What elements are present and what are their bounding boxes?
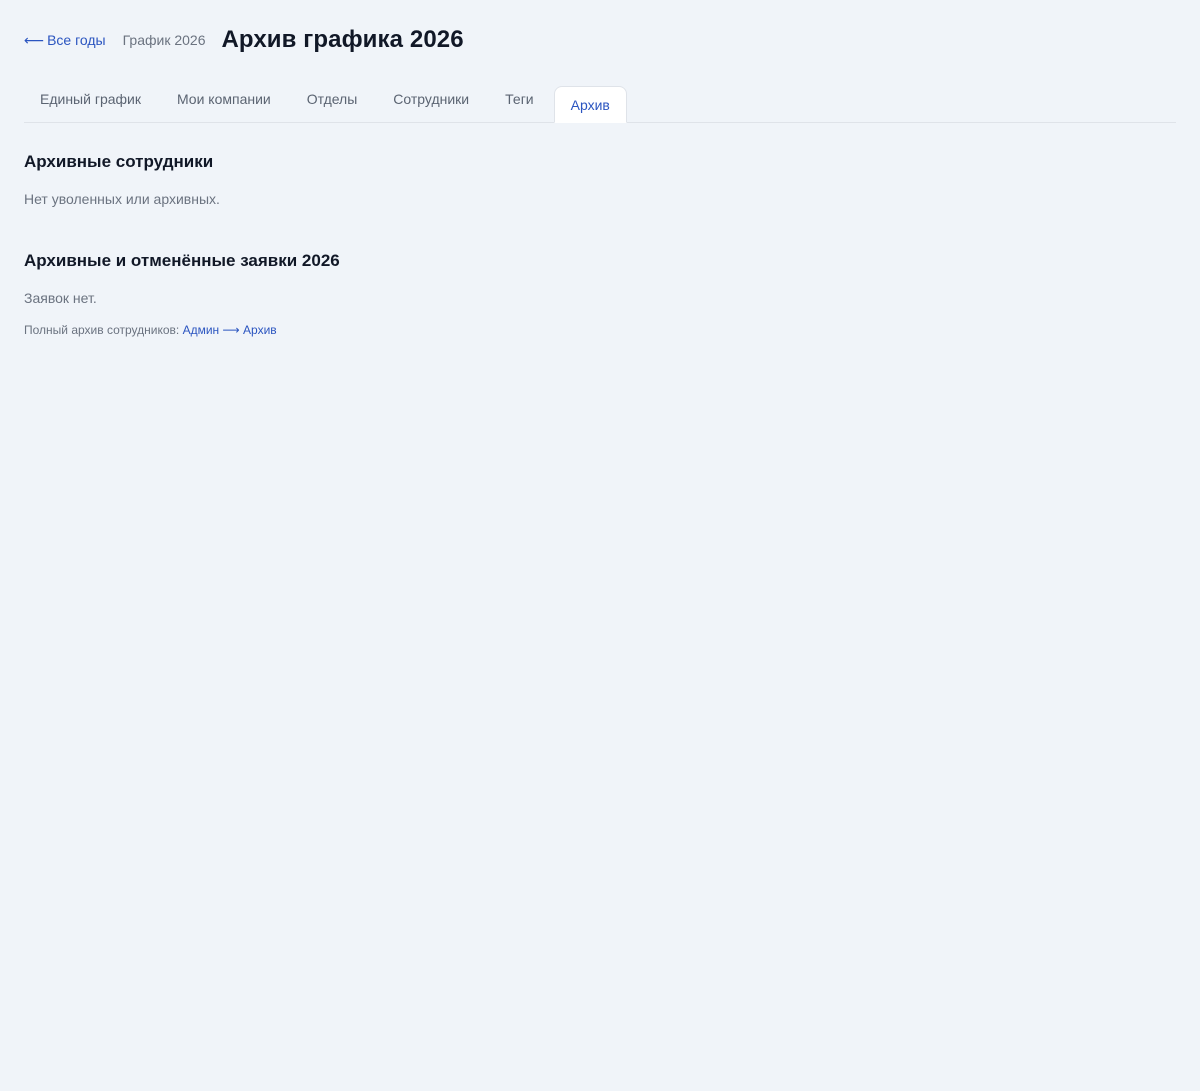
- tab-employees[interactable]: Сотрудники: [377, 80, 485, 118]
- arrow-left-icon: ⟵: [24, 31, 45, 48]
- admin-archive-link[interactable]: Админ ⟶ Архив: [183, 323, 277, 337]
- archived-employees-section: Архивные сотрудники Нет уволенных или ар…: [24, 152, 1176, 207]
- back-to-all-years-link[interactable]: ⟵ Все годы: [24, 32, 106, 49]
- full-archive-note: Полный архив сотрудников: Админ ⟶ Архив: [24, 323, 1176, 337]
- archived-employees-empty-text: Нет уволенных или архивных.: [24, 191, 220, 207]
- tab-my-companies[interactable]: Мои компании: [161, 80, 287, 118]
- tab-departments[interactable]: Отделы: [291, 80, 374, 118]
- page: ⟵ Все годы График 2026 Архив графика 202…: [0, 0, 1200, 1091]
- archived-requests-section: Архивные и отменённые заявки 2026 Заявок…: [24, 251, 1176, 306]
- header: ⟵ Все годы График 2026 Архив графика 202…: [24, 0, 1176, 80]
- archived-requests-empty-text: Заявок нет.: [24, 290, 97, 306]
- tab-tags[interactable]: Теги: [489, 80, 549, 118]
- archived-requests-title: Архивные и отменённые заявки 2026: [24, 251, 340, 270]
- archived-employees-title: Архивные сотрудники: [24, 152, 214, 171]
- tab-bar: Единый график Мои компании Отделы Сотруд…: [24, 80, 1176, 123]
- tab-unified-schedule[interactable]: Единый график: [24, 80, 157, 118]
- back-link-label: Все годы: [47, 32, 106, 48]
- full-archive-note-prefix: Полный архив сотрудников:: [24, 323, 183, 337]
- page-title: Архив графика 2026: [221, 26, 464, 53]
- breadcrumb: График 2026: [122, 32, 206, 48]
- tab-archive[interactable]: Архив: [553, 86, 627, 123]
